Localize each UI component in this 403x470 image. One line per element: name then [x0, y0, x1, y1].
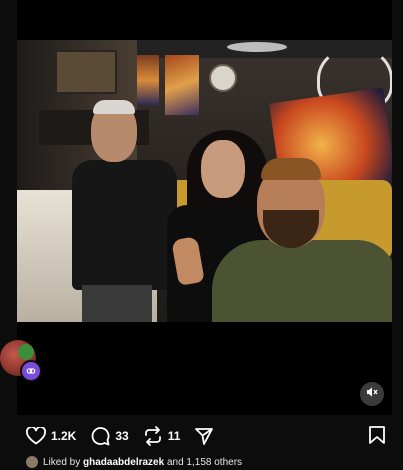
photo-clock — [209, 64, 237, 92]
liked-by-avatar[interactable] — [26, 456, 38, 468]
liked-by-line: Liked by ghadaabdelrazek and 1,158 other… — [26, 455, 242, 469]
repost-count: 11 — [167, 429, 181, 443]
photo-lamp — [227, 42, 287, 52]
person-left-hair — [93, 100, 135, 114]
person-left-legs — [82, 285, 152, 322]
person-right-hair — [261, 158, 321, 180]
liked-by-user[interactable]: ghadaabdelrazek — [83, 457, 164, 468]
post-photo[interactable] — [17, 40, 392, 322]
person-left-body — [72, 160, 177, 290]
liked-by-suffix[interactable]: and 1,158 others — [164, 457, 242, 468]
repost-button[interactable]: 11 — [143, 426, 181, 446]
collab-icon — [20, 360, 42, 382]
share-button[interactable] — [194, 426, 214, 446]
speaker-muted-icon — [366, 385, 378, 403]
photo-window — [55, 50, 117, 94]
save-button[interactable] — [368, 425, 386, 450]
comment-count: 33 — [115, 429, 129, 443]
person-right-body — [212, 240, 392, 322]
heart-icon — [26, 427, 46, 445]
comment-button[interactable]: 33 — [90, 426, 129, 446]
comment-icon — [90, 426, 110, 446]
photo-painting — [137, 55, 159, 105]
photo-painting — [165, 55, 199, 115]
repost-icon — [143, 426, 163, 446]
like-count: 1.2K — [51, 429, 77, 443]
mute-button[interactable] — [360, 382, 384, 406]
person-middle-head — [201, 140, 245, 198]
send-icon — [194, 426, 214, 446]
like-button[interactable]: 1.2K — [26, 427, 76, 445]
liked-by-prefix: Liked by — [43, 456, 84, 468]
post-actions-bar: 1.2K 33 11 — [26, 425, 386, 447]
bookmark-icon — [368, 426, 386, 449]
